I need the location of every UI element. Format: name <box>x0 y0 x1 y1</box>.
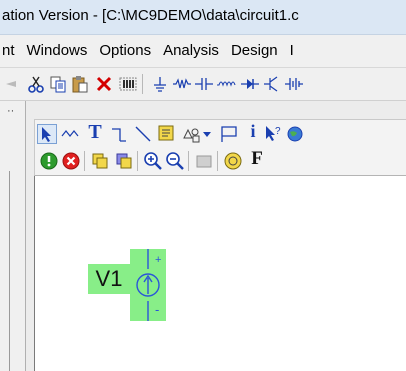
shapes-icon[interactable] <box>181 124 201 144</box>
paste-block-icon[interactable] <box>114 151 134 171</box>
menu-windows[interactable]: Windows <box>21 35 94 67</box>
help-pointer-icon[interactable]: ? <box>263 124 283 144</box>
drawing-toolbar: T i ? <box>34 119 406 148</box>
delete-icon[interactable] <box>94 74 114 94</box>
edit-toolbar: F <box>34 147 406 176</box>
cut-icon[interactable] <box>26 74 46 94</box>
ground-icon[interactable] <box>150 74 170 94</box>
disabled-icon[interactable] <box>194 151 214 171</box>
menu-bar: nt Windows Options Analysis Design I <box>0 35 406 68</box>
menu-component[interactable]: nt <box>0 35 21 67</box>
copy-block-icon[interactable] <box>90 151 110 171</box>
graphics-icon[interactable] <box>157 124 177 144</box>
battery-icon[interactable] <box>284 74 304 94</box>
wire-bend-icon[interactable] <box>109 124 129 144</box>
minus-terminal-label: - <box>155 302 160 317</box>
stop-red-icon[interactable] <box>61 151 81 171</box>
text-tool-icon[interactable]: T <box>85 121 105 143</box>
component-label[interactable]: V1 <box>88 264 130 294</box>
run-green-icon[interactable] <box>39 151 59 171</box>
component-symbol-area[interactable]: + - <box>130 249 166 321</box>
svg-text:?: ? <box>275 126 281 137</box>
plus-terminal-label: + <box>155 254 162 266</box>
menu-design[interactable]: Design <box>225 35 284 67</box>
paste-icon[interactable] <box>70 74 90 94</box>
window-title: ation Version - [C:\MC9DEMO\data\circuit… <box>2 7 299 24</box>
globe-icon[interactable] <box>285 124 305 144</box>
capacitor-icon[interactable] <box>194 74 214 94</box>
panel-divider <box>9 171 10 371</box>
left-panel: ·· <box>0 101 26 371</box>
wire-icon[interactable] <box>61 124 81 144</box>
undo-icon[interactable] <box>2 74 22 94</box>
menu-analysis[interactable]: Analysis <box>157 35 225 67</box>
component-v1[interactable]: V1 + - <box>88 249 178 321</box>
component-icon[interactable] <box>223 151 243 171</box>
toolbar-separator <box>142 74 143 94</box>
toolbar-separator <box>217 151 218 171</box>
toolbar-separator <box>137 151 138 171</box>
npn-transistor-icon[interactable] <box>262 74 282 94</box>
copy-icon[interactable] <box>48 74 68 94</box>
line-icon[interactable] <box>133 124 153 144</box>
font-icon[interactable]: F <box>247 148 267 169</box>
panel-grip[interactable]: ·· <box>7 105 14 117</box>
inductor-icon[interactable] <box>216 74 236 94</box>
zoom-in-icon[interactable] <box>143 151 163 171</box>
menu-options[interactable]: Options <box>93 35 157 67</box>
toolbar-separator <box>84 151 85 171</box>
main-toolbar <box>0 68 406 101</box>
dropdown-icon[interactable] <box>201 124 213 144</box>
select-arrow-icon[interactable] <box>37 124 57 144</box>
zoom-out-icon[interactable] <box>165 151 185 171</box>
title-bar: ation Version - [C:\MC9DEMO\data\circuit… <box>0 0 406 35</box>
resistor-icon[interactable] <box>172 74 192 94</box>
select-all-icon[interactable] <box>118 74 138 94</box>
menu-next[interactable]: I <box>284 35 300 67</box>
schematic-window: T i ? F V1 + - <box>26 101 406 371</box>
info-icon[interactable]: i <box>243 121 263 141</box>
diode-icon[interactable] <box>240 74 260 94</box>
schematic-canvas[interactable]: V1 + - <box>34 176 406 371</box>
toolbar-separator <box>188 151 189 171</box>
flag-icon[interactable] <box>219 124 239 144</box>
